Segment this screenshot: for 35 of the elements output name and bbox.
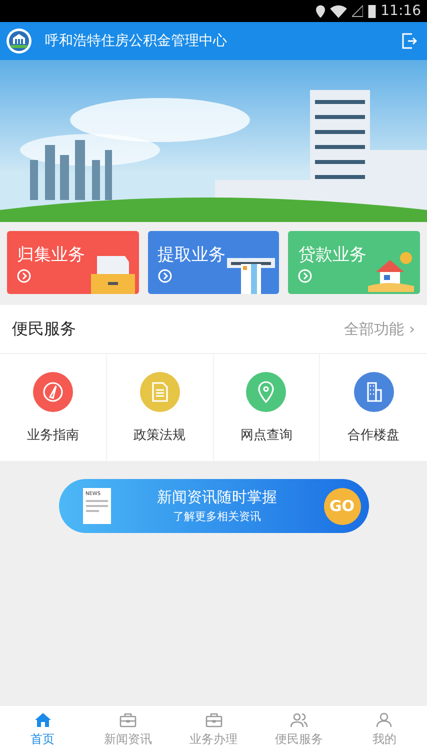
all-functions-link[interactable]: 全部功能 ›: [344, 320, 415, 338]
nav-tab[interactable]: 便民服务: [256, 706, 342, 754]
arrow-circle-icon: [298, 269, 312, 283]
service-item[interactable]: 合作楼盘: [320, 354, 427, 461]
service-item[interactable]: 网点查询: [214, 354, 320, 461]
service-item[interactable]: 业务指南: [0, 354, 107, 461]
service-card[interactable]: 贷款业务: [288, 231, 420, 294]
battery-icon: [368, 4, 376, 18]
wifi-icon: [330, 4, 347, 18]
arrow-circle-icon: [17, 269, 31, 283]
news-banner-title: 新闻资讯随时掌握: [157, 488, 277, 507]
service-card[interactable]: 提取业务: [148, 231, 280, 294]
app-title: 呼和浩特住房公积金管理中心: [45, 32, 228, 50]
nav-tab[interactable]: 业务办理: [170, 706, 256, 754]
location-icon: [316, 4, 325, 18]
nav-tab[interactable]: 新闻资讯: [85, 706, 171, 754]
logo-icon: [6, 28, 32, 54]
section-title: 便民服务: [12, 318, 76, 340]
briefcase-icon: [204, 712, 223, 728]
nav-tab[interactable]: 我的: [342, 706, 427, 754]
nav-tab[interactable]: 首页: [0, 706, 86, 754]
home-icon: [34, 712, 52, 728]
briefcase-icon: [119, 712, 138, 728]
signal-icon: [352, 5, 363, 17]
file-tray-icon: [90, 254, 135, 294]
service-card[interactable]: 归集业务: [7, 231, 139, 294]
service-item[interactable]: 政策法规: [106, 354, 214, 461]
house-coin-icon: [368, 250, 416, 294]
arrow-circle-icon: [158, 269, 172, 283]
news-banner-subtitle: 了解更多相关资讯: [173, 509, 261, 524]
logout-icon[interactable]: [401, 33, 417, 49]
go-button[interactable]: GO: [324, 488, 360, 524]
status-time: 11:16: [380, 3, 421, 19]
people-icon: [290, 712, 308, 728]
person-icon: [375, 712, 394, 728]
